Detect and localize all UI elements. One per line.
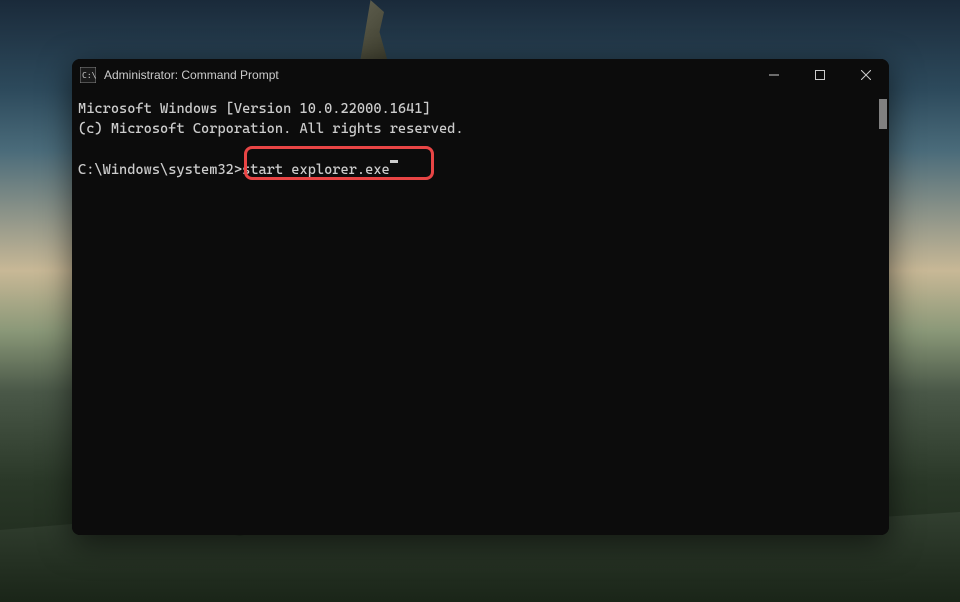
version-line: Microsoft Windows [Version 10.0.22000.16…: [78, 99, 881, 119]
minimize-icon: [769, 70, 779, 80]
typed-command: start explorer.exe: [242, 160, 390, 180]
text-cursor: [390, 160, 398, 163]
minimize-button[interactable]: [751, 59, 797, 91]
prompt-path: C:\Windows\system32>: [78, 160, 242, 180]
maximize-button[interactable]: [797, 59, 843, 91]
maximize-icon: [815, 70, 825, 80]
window-title: Administrator: Command Prompt: [104, 68, 751, 82]
close-button[interactable]: [843, 59, 889, 91]
vertical-scrollbar[interactable]: [879, 99, 887, 129]
copyright-line: (c) Microsoft Corporation. All rights re…: [78, 119, 881, 139]
window-controls: [751, 59, 889, 91]
title-bar[interactable]: C:\ Administrator: Command Prompt: [72, 59, 889, 91]
svg-text:C:\: C:\: [82, 71, 96, 80]
command-prompt-window: C:\ Administrator: Command Prompt: [72, 59, 889, 535]
terminal-content-area[interactable]: Microsoft Windows [Version 10.0.22000.16…: [72, 91, 889, 535]
prompt-line: C:\Windows\system32>start explorer.exe: [78, 160, 881, 180]
cmd-icon: C:\: [80, 67, 96, 83]
close-icon: [861, 70, 871, 80]
